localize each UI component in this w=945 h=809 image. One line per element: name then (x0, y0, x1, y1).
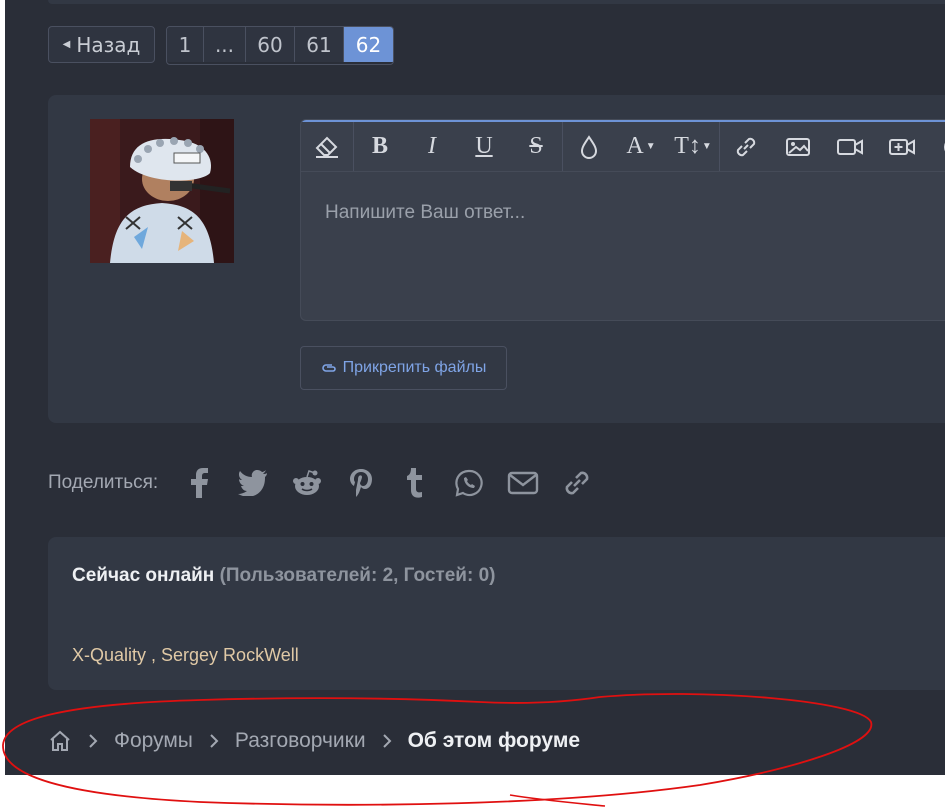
image-icon[interactable] (772, 122, 824, 171)
online-now-block: Сейчас онлайн (Пользователей: 2, Гостей:… (48, 537, 945, 690)
email-icon[interactable] (496, 462, 550, 504)
online-now-stats: (Пользователей: 2, Гостей: 0) (219, 565, 496, 586)
color-drop-icon[interactable] (562, 122, 615, 171)
breadcrumb-forums[interactable]: Форумы (114, 729, 193, 753)
more-tools-icon[interactable] (928, 122, 945, 171)
editor-toolbar: B I U S A ▼ T↕ ▼ (301, 122, 945, 172)
page-link-60[interactable]: 60 (245, 27, 294, 62)
pinterest-icon[interactable] (334, 462, 388, 504)
page-link-61[interactable]: 61 (294, 27, 343, 62)
facebook-icon[interactable] (172, 462, 226, 504)
quick-reply-block: B I U S A ▼ T↕ ▼ Напишите Ваш ответ... П… (48, 95, 945, 423)
caret-left-icon: ◀ (62, 39, 71, 50)
page-link-current[interactable]: 62 (343, 27, 393, 62)
media-embed-icon[interactable] (876, 122, 928, 171)
breadcrumb-current[interactable]: Об этом форуме (408, 729, 580, 753)
whatsapp-icon[interactable] (442, 462, 496, 504)
italic-icon[interactable]: I (406, 122, 458, 171)
prev-page-label: Назад (76, 32, 141, 57)
home-icon[interactable] (48, 729, 72, 753)
attach-files-label: Прикрепить файлы (342, 359, 487, 376)
message-input[interactable]: Напишите Ваш ответ... (301, 172, 945, 320)
link-share-icon[interactable] (550, 462, 604, 504)
pagination: 1 ... 60 61 62 (166, 26, 394, 65)
previous-post-edge (48, 0, 945, 4)
message-editor: B I U S A ▼ T↕ ▼ Напишите Ваш ответ... (300, 119, 945, 321)
underline-icon[interactable]: U (458, 122, 510, 171)
page-link-1[interactable]: 1 (167, 27, 203, 62)
font-family-icon[interactable]: A ▼ (615, 122, 667, 171)
reddit-icon[interactable] (280, 462, 334, 504)
chevron-right-icon (382, 734, 392, 748)
chevron-right-icon (88, 734, 98, 748)
twitter-icon[interactable] (226, 462, 280, 504)
online-now-heading: Сейчас онлайн (Пользователей: 2, Гостей:… (72, 565, 496, 587)
paperclip-icon (321, 364, 336, 372)
attach-files-button[interactable]: Прикрепить файлы (300, 346, 507, 390)
breadcrumb-talks[interactable]: Разговорчики (235, 729, 366, 753)
message-placeholder: Напишите Ваш ответ... (325, 202, 526, 223)
page-jump-ellipsis[interactable]: ... (203, 27, 245, 62)
avatar[interactable] (90, 119, 234, 263)
breadcrumb: Форумы Разговорчики Об этом форуме (48, 723, 580, 759)
prev-page-button[interactable]: ◀ Назад (48, 26, 155, 63)
online-now-title[interactable]: Сейчас онлайн (72, 565, 214, 586)
eraser-icon[interactable] (301, 122, 353, 171)
font-size-icon[interactable]: T↕ ▼ (667, 122, 719, 171)
bold-icon[interactable]: B (353, 122, 406, 171)
strikethrough-icon[interactable]: S (510, 122, 562, 171)
share-bar: Поделиться: (48, 462, 604, 504)
tumblr-icon[interactable] (388, 462, 442, 504)
share-label: Поделиться: (48, 472, 159, 493)
chevron-right-icon (209, 734, 219, 748)
video-icon[interactable] (824, 122, 876, 171)
online-users-list[interactable]: X-Quality , Sergey RockWell (72, 645, 299, 666)
link-icon[interactable] (719, 122, 772, 171)
